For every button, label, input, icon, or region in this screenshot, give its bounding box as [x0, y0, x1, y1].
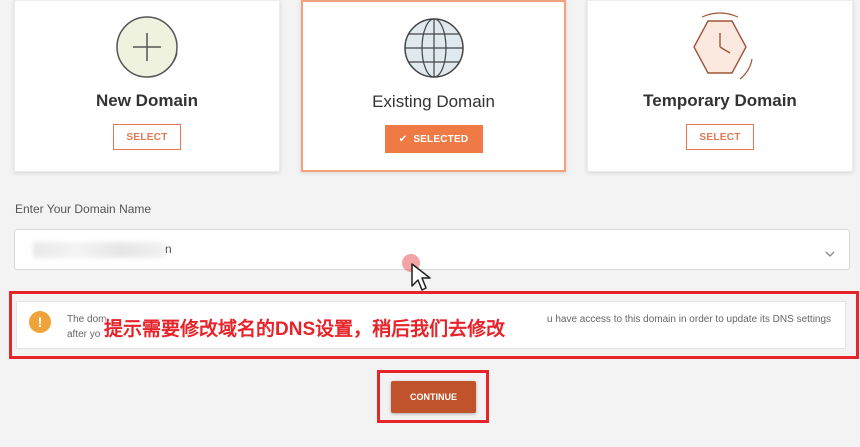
- selected-label: SELECTED: [413, 133, 469, 145]
- continue-highlight-box: [377, 370, 489, 423]
- check-icon: ✔: [398, 133, 408, 145]
- domain-field-label: Enter Your Domain Name: [15, 202, 152, 216]
- card-title: Existing Domain: [372, 92, 495, 111]
- card-title: New Domain: [95, 91, 199, 110]
- globe-icon: [394, 10, 474, 95]
- select-new-domain-button[interactable]: SELECT: [113, 124, 181, 150]
- card-title: Temporary Domain: [643, 91, 797, 110]
- notice-highlight-box: [9, 291, 859, 359]
- chevron-down-icon[interactable]: [825, 245, 835, 263]
- domain-input-value: n: [165, 242, 172, 256]
- card-new-domain[interactable]: New Domain SELECT: [14, 0, 280, 172]
- clock-hexagon-icon: [680, 9, 760, 94]
- card-temporary-domain[interactable]: Temporary Domain SELECT: [587, 0, 853, 172]
- card-existing-domain[interactable]: Existing Domain ✔ SELECTED: [301, 0, 566, 172]
- plus-circle-icon: [107, 9, 187, 94]
- blurred-domain: [33, 242, 165, 258]
- selected-existing-domain-button[interactable]: ✔ SELECTED: [384, 125, 483, 153]
- select-temporary-domain-button[interactable]: SELECT: [686, 124, 754, 150]
